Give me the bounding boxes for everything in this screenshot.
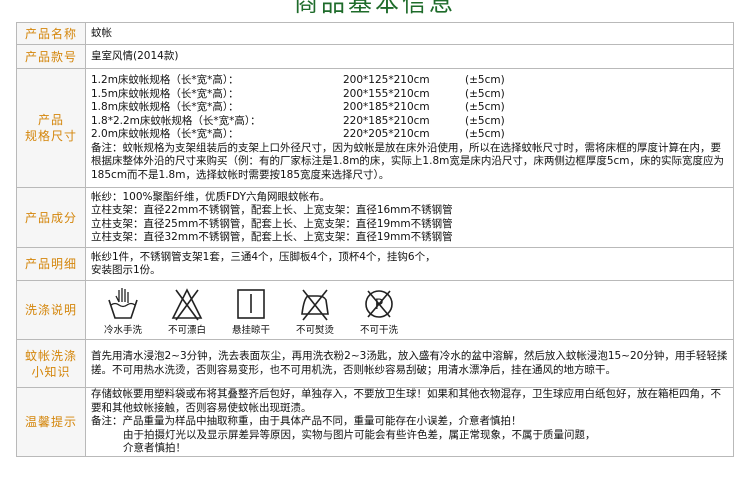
label-product-spec: 产品 规格尺寸	[16, 68, 86, 188]
row-wash-instructions: 洗涤说明 冷水手洗 不可漂白 悬挂晾干 不可熨烫 P 不可干洗	[16, 280, 734, 340]
hand-wash-icon	[108, 288, 138, 319]
spec-line: 2.0m床蚊帐规格（长*宽*高）： 220*205*210cm (±5cm)	[91, 128, 729, 142]
care-icons-row: 冷水手洗 不可漂白 悬挂晾干 不可熨烫 P 不可干洗	[91, 283, 729, 338]
row-product-material: 产品成分 帐纱：100%聚酯纤维，优质FDY六角网眼蚊帐布。 立柱支架：直径22…	[16, 187, 734, 248]
value-product-name: 蚊帐	[85, 22, 734, 45]
spec-tolerance: (±5cm)	[465, 128, 505, 140]
spec-line: 1.8m床蚊帐规格（长*宽*高）： 200*185*210cm (±5cm)	[91, 101, 729, 115]
no-iron-icon	[301, 289, 329, 321]
spec-line: 1.8*2.2m床蚊帐规格（长*宽*高）： 220*185*210cm (±5c…	[91, 115, 729, 129]
row-product-spec: 产品 规格尺寸 1.2m床蚊帐规格（长*宽*高）： 200*125*210cm …	[16, 68, 734, 188]
spec-name: 1.8*2.2m床蚊帐规格（长*宽*高）：	[91, 114, 261, 127]
spec-tolerance: (±5cm)	[465, 74, 505, 86]
care-label: 悬挂晾干	[231, 325, 270, 336]
care-item-no-iron: 不可熨烫	[283, 286, 347, 338]
material-line: 立柱支架：直径25mm不锈钢管，配套上长、上宽支架：直径19mm不锈钢管	[91, 217, 453, 230]
care-label: 不可漂白	[167, 325, 206, 336]
value-wash-tips: 首先用清水浸泡2~3分钟，洗去表面灰尘，再用洗衣粉2~3汤匙，放入盛有冷水的盆中…	[85, 339, 734, 388]
spec-size: 200*185*210cm	[343, 101, 430, 113]
label-product-spec-line1: 产品	[37, 113, 64, 127]
care-item-hang-dry: 悬挂晾干	[219, 286, 283, 338]
detail-line: 帐纱1件，不锈钢管支架1套，三通4个，压脚板4个，顶杯4个，挂钩6个，	[91, 250, 436, 263]
value-product-spec: 1.2m床蚊帐规格（长*宽*高）： 200*125*210cm (±5cm) 1…	[85, 68, 734, 188]
no-bleach-icon	[171, 288, 203, 321]
material-line: 立柱支架：直径22mm不锈钢管，配套上长、上宽支架：直径16mm不锈钢管	[91, 204, 453, 216]
spec-name: 2.0m床蚊帐规格（长*宽*高）：	[91, 128, 239, 140]
spec-line: 1.5m床蚊帐规格（长*宽*高）： 200*155*210cm (±5cm)	[91, 88, 729, 102]
spec-tolerance: (±5cm)	[465, 87, 505, 100]
label-product-model: 产品款号	[16, 44, 86, 69]
section-title: 商品基本信息	[294, 0, 456, 17]
care-item-hand-wash: 冷水手洗	[91, 286, 155, 338]
row-warm-tips: 温馨提示 存储蚊帐要用塑料袋或布将其叠整齐后包好，单独存入，不要放卫生球！如果和…	[16, 387, 734, 457]
spec-note: 备注：蚊帐规格为支架组装后的支架上口外径尺寸，因为蚊帐是放在床外沿使用，所以在选…	[91, 141, 725, 181]
label-product-detail: 产品明细	[16, 247, 86, 281]
spec-name: 1.5m床蚊帐规格（长*宽*高）：	[91, 87, 239, 100]
value-product-material: 帐纱：100%聚酯纤维，优质FDY六角网眼蚊帐布。 立柱支架：直径22mm不锈钢…	[85, 187, 734, 248]
spec-size: 200*155*210cm	[343, 87, 430, 100]
label-wash-tips: 蚊帐洗涤 小知识	[16, 339, 86, 388]
warm-tip-color-end: 介意者慎拍！	[123, 442, 186, 454]
label-wash-instructions: 洗涤说明	[16, 280, 86, 340]
spec-tolerance: (±5cm)	[465, 101, 505, 113]
warm-tip-storage: 存储蚊帐要用塑料袋或布将其叠整齐后包好，单独存入，不要放卫生球！如果和其他衣物混…	[91, 388, 721, 414]
hang-dry-icon	[237, 289, 265, 319]
no-dry-clean-icon: P	[365, 290, 393, 318]
product-info-table: 产品名称 蚊帐 产品款号 皇室风情(2014款) 产品 规格尺寸 1.2m床蚊帐…	[16, 22, 734, 457]
material-line: 帐纱：100%聚酯纤维，优质FDY六角网眼蚊帐布。	[91, 190, 330, 203]
row-product-model: 产品款号 皇室风情(2014款)	[16, 44, 734, 69]
row-product-detail: 产品明细 帐纱1件，不锈钢管支架1套，三通4个，压脚板4个，顶杯4个，挂钩6个，…	[16, 247, 734, 281]
value-product-model: 皇室风情(2014款)	[85, 44, 734, 69]
label-product-spec-line2: 规格尺寸	[24, 129, 77, 143]
label-product-material: 产品成分	[16, 187, 86, 248]
row-wash-tips: 蚊帐洗涤 小知识 首先用清水浸泡2~3分钟，洗去表面灰尘，再用洗衣粉2~3汤匙，…	[16, 339, 734, 388]
label-wash-tips-line2: 小知识	[31, 364, 71, 379]
row-product-name: 产品名称 蚊帐	[16, 22, 734, 45]
spec-size: 220*185*210cm	[343, 114, 430, 127]
care-label: 不可熨烫	[295, 325, 334, 336]
spec-name: 1.2m床蚊帐规格（长*宽*高）：	[91, 74, 239, 86]
spec-line: 1.2m床蚊帐规格（长*宽*高）： 200*125*210cm (±5cm)	[91, 74, 729, 88]
care-item-no-dry-clean: P 不可干洗	[347, 286, 411, 338]
care-label: 不可干洗	[359, 325, 398, 336]
value-product-detail: 帐纱1件，不锈钢管支架1套，三通4个，压脚板4个，顶杯4个，挂钩6个， 安装图示…	[85, 247, 734, 281]
section-title-bar: 商品基本信息	[0, 0, 750, 22]
care-item-no-bleach: 不可漂白	[155, 286, 219, 338]
warm-tip-color: 由于拍摄灯光以及显示屏差异等原因，实物与图片可能会有些许色差，属正常现象，不属于…	[123, 428, 596, 441]
value-warm-tips: 存储蚊帐要用塑料袋或布将其叠整齐后包好，单独存入，不要放卫生球！如果和其他衣物混…	[85, 387, 734, 457]
care-label: 冷水手洗	[103, 325, 142, 336]
spec-size: 200*125*210cm	[343, 74, 430, 86]
material-line: 立柱支架：直径32mm不锈钢管，配套上长、上宽支架：直径19mm不锈钢管	[91, 231, 453, 243]
label-product-name: 产品名称	[16, 22, 86, 45]
value-wash-instructions: 冷水手洗 不可漂白 悬挂晾干 不可熨烫 P 不可干洗	[85, 280, 734, 340]
detail-line: 安装图示1份。	[91, 264, 161, 276]
warm-tip-weight: 备注：产品重量为样品中抽取称重，由于具体产品不同，重量可能存在小误差，介意者慎拍…	[91, 415, 522, 427]
spec-name: 1.8m床蚊帐规格（长*宽*高）：	[91, 101, 239, 113]
spec-tolerance: (±5cm)	[465, 114, 505, 127]
spec-size: 220*205*210cm	[343, 128, 430, 140]
label-wash-tips-line1: 蚊帐洗涤	[24, 348, 77, 363]
label-warm-tips: 温馨提示	[16, 387, 86, 457]
